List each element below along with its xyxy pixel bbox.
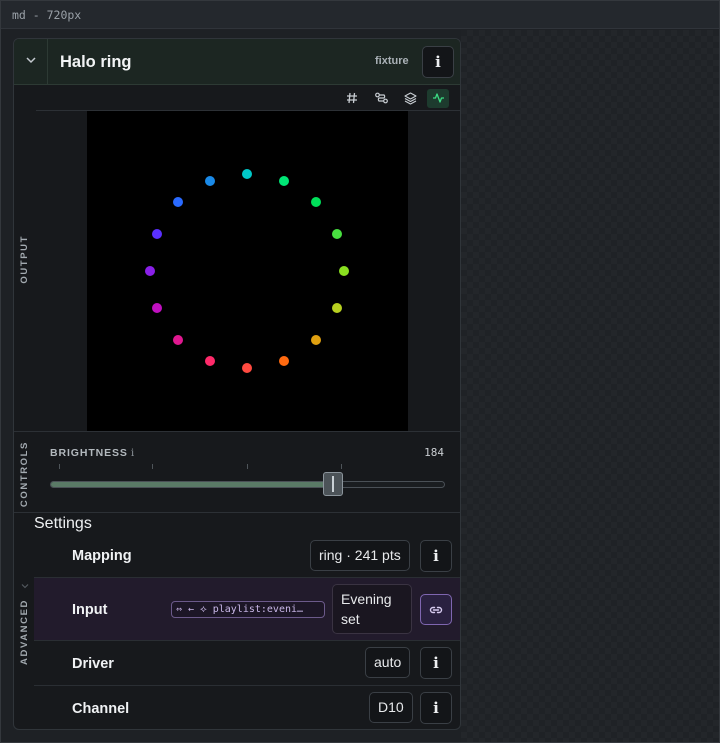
output-pixel-dot [152, 228, 163, 239]
setting-row-channel: Channel D10 i [34, 686, 460, 729]
app-window: md - 720px Halo ring fixture i OUTPUT CO… [0, 0, 720, 743]
fixture-title: Halo ring [60, 53, 132, 71]
link-icon [429, 606, 443, 614]
output-pixel-dot [204, 176, 215, 187]
setting-label: Driver [72, 656, 114, 672]
slider-tick [59, 464, 60, 469]
setting-row-mapping: Mapping ring · 241 pts i [34, 536, 460, 577]
output-pixel-dot [242, 363, 252, 373]
output-pixel-dot [152, 303, 163, 314]
output-pixel-dot [279, 355, 290, 366]
driver-value[interactable]: auto [365, 647, 411, 678]
info-button[interactable]: i [422, 46, 454, 78]
setting-label: Mapping [72, 548, 132, 564]
activity-icon [433, 93, 444, 103]
chevron-up-icon[interactable] [21, 583, 29, 589]
tool-layers-button[interactable] [399, 89, 421, 108]
tool-activity-button[interactable] [427, 89, 449, 108]
output-pixel-dot [339, 266, 349, 276]
setting-row-driver: Driver auto i [34, 641, 460, 685]
channel-info-button[interactable]: i [420, 692, 452, 724]
input-binding-chip[interactable]: ⇔ ← ⟡ playlist:eveni… [171, 601, 325, 618]
section-label-controls: CONTROLS [19, 441, 30, 508]
section-divider [14, 431, 460, 432]
brightness-slider-fill [51, 482, 334, 487]
slider-tick [247, 464, 248, 469]
input-value[interactable]: Evening set [332, 584, 412, 634]
fixture-card: Halo ring fixture i OUTPUT CONTROLS BRIG… [13, 38, 461, 730]
brightness-label-text: BRIGHTNESS [50, 447, 128, 459]
output-pixel-dot [279, 176, 290, 187]
brightness-value: 184 [424, 446, 444, 459]
brightness-slider-track[interactable] [50, 481, 445, 488]
slider-tick [152, 464, 153, 469]
brightness-info-icon[interactable]: i [131, 447, 134, 459]
output-toolbar [36, 86, 460, 111]
output-pixel-dot [145, 266, 155, 276]
chevron-down-icon [26, 57, 36, 64]
output-preview-canvas [87, 111, 408, 432]
layers-icon [404, 92, 417, 105]
window-titlebar: md - 720px [1, 1, 719, 29]
section-label-output: OUTPUT [19, 235, 30, 284]
settings-heading: Settings [34, 515, 92, 532]
output-pixel-dot [242, 169, 252, 179]
fixture-kind-label: fixture [375, 55, 409, 67]
output-pixel-dot [173, 197, 184, 208]
driver-info-button[interactable]: i [420, 647, 452, 679]
channel-value[interactable]: D10 [369, 692, 413, 723]
setting-label: Input [72, 602, 108, 618]
route-icon [375, 92, 388, 104]
output-pixel-dot [310, 197, 321, 208]
card-header: Halo ring fixture i [14, 39, 460, 85]
output-pixel-dot [173, 334, 184, 345]
section-divider [14, 512, 460, 513]
mapping-info-button[interactable]: i [420, 540, 452, 572]
hash-icon [347, 92, 357, 104]
brightness-label: BRIGHTNESS i [50, 447, 134, 459]
brightness-slider-thumb[interactable] [322, 472, 343, 496]
output-pixel-dot [204, 355, 215, 366]
empty-canvas-area [461, 30, 719, 742]
output-pixel-dot [331, 228, 342, 239]
collapse-button[interactable] [14, 39, 48, 85]
tool-route-button[interactable] [370, 89, 392, 108]
window-title: md - 720px [12, 8, 82, 22]
output-pixel-dot [310, 334, 321, 345]
input-link-button[interactable] [420, 594, 452, 625]
slider-tick [341, 464, 342, 469]
tool-hash-button[interactable] [341, 89, 363, 108]
section-label-advanced: ADVANCED [19, 599, 30, 665]
mapping-value[interactable]: ring · 241 pts [310, 540, 410, 571]
output-pixel-dot [331, 303, 342, 314]
setting-row-input: Input ⇔ ← ⟡ playlist:eveni… Evening set [34, 578, 460, 640]
setting-label: Channel [72, 701, 130, 717]
